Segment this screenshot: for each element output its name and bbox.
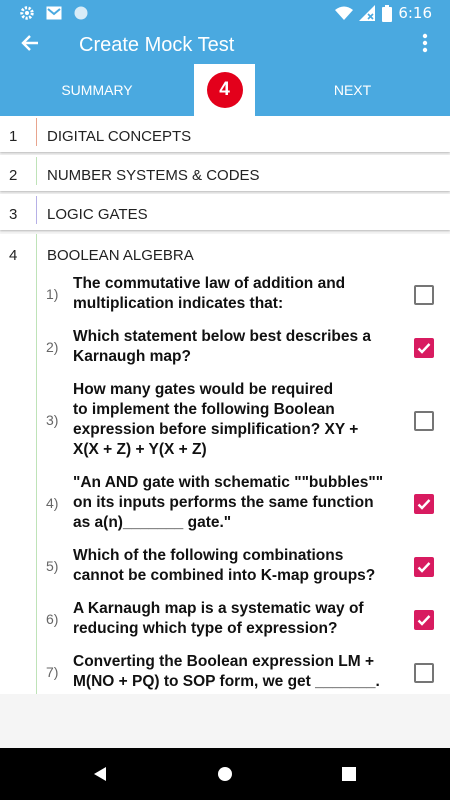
checkmark-icon: [417, 343, 431, 354]
checkmark-icon: [417, 615, 431, 626]
chapter-item[interactable]: 2 NUMBER SYSTEMS & CODES: [0, 155, 450, 191]
nav-recents-button[interactable]: [319, 748, 379, 800]
chapter-item[interactable]: 1 DIGITAL CONCEPTS: [0, 116, 450, 152]
back-button[interactable]: [14, 30, 46, 60]
back-triangle-icon: [94, 767, 106, 781]
question-number: 3): [46, 412, 59, 428]
question-checkbox[interactable]: [414, 610, 434, 630]
system-nav-bar: [0, 748, 450, 800]
question-number: 4): [46, 495, 59, 511]
recents-square-icon: [342, 767, 356, 781]
question-text: A Karnaugh map is a systematic way of re…: [73, 600, 364, 637]
home-circle-icon: [218, 767, 232, 781]
arrow-back-icon: [20, 33, 40, 57]
checkmark-icon: [417, 562, 431, 573]
chapter-divider: [36, 118, 37, 146]
question-checkbox[interactable]: [414, 338, 434, 358]
question-item[interactable]: 4) "An AND gate with schematic ""bubbles…: [37, 471, 450, 537]
question-item[interactable]: 6) A Karnaugh map is a systematic way of…: [37, 597, 450, 643]
chapter-list: 1 DIGITAL CONCEPTS 2 NUMBER SYSTEMS & CO…: [0, 116, 450, 748]
overflow-menu-button[interactable]: [410, 30, 440, 60]
nav-home-button[interactable]: [195, 748, 255, 800]
app-bar: Create Mock Test: [0, 26, 450, 64]
tab-next[interactable]: NEXT: [255, 64, 450, 116]
status-bar: 6:16: [0, 0, 450, 26]
question-text: Which of the following combinations cann…: [73, 547, 376, 584]
question-checkbox[interactable]: [414, 411, 434, 431]
question-checkbox[interactable]: [414, 557, 434, 577]
chapter-title: BOOLEAN ALGEBRA: [47, 247, 194, 264]
question-number: 5): [46, 558, 59, 574]
question-text: "An AND gate with schematic ""bubbles"" …: [73, 474, 384, 531]
circle-icon: [72, 0, 90, 26]
chapter-number: 1: [9, 128, 18, 145]
question-item[interactable]: 5) Which of the following combinations c…: [37, 544, 450, 590]
question-checkbox[interactable]: [414, 285, 434, 305]
question-number: 2): [46, 339, 59, 355]
more-vert-icon: [422, 33, 428, 57]
tab-current-step[interactable]: 4: [194, 64, 255, 116]
wifi-icon: [334, 0, 354, 26]
chapter-item[interactable]: 3 LOGIC GATES: [0, 194, 450, 230]
chapter-number: 2: [9, 167, 18, 184]
gear-icon: [18, 0, 36, 26]
chapter-number: 4: [9, 247, 18, 264]
tab-summary[interactable]: SUMMARY: [0, 64, 194, 116]
chapter-divider: [36, 157, 37, 185]
chapter-divider: [36, 196, 37, 224]
tab-bar: SUMMARY 4 NEXT: [0, 64, 450, 116]
question-number: 7): [46, 664, 59, 680]
chapter-number: 3: [9, 206, 18, 223]
page-title: Create Mock Test: [79, 34, 235, 56]
nav-back-button[interactable]: [70, 748, 130, 800]
chapter-title: DIGITAL CONCEPTS: [47, 128, 192, 145]
question-item[interactable]: 7) Converting the Boolean expression LM …: [37, 650, 450, 694]
mail-icon: [45, 0, 63, 26]
chapter-title: LOGIC GATES: [47, 206, 148, 223]
question-text: Which statement below best describes a K…: [73, 328, 372, 365]
question-text: The commutative law of addition and mult…: [73, 275, 346, 312]
question-item[interactable]: 1) The commutative law of addition and m…: [37, 272, 450, 318]
question-text: How many gates would be required to impl…: [73, 381, 359, 458]
question-text: Converting the Boolean expression LM + M…: [73, 653, 380, 690]
chapter-title: NUMBER SYSTEMS & CODES: [47, 167, 260, 184]
signal-icon: [358, 0, 376, 26]
question-number: 6): [46, 611, 59, 627]
chapter-item-expanded: 4 BOOLEAN ALGEBRA 1) The commutative law…: [0, 234, 450, 694]
question-number: 1): [46, 286, 59, 302]
battery-icon: [381, 0, 393, 26]
step-badge: 4: [206, 72, 243, 108]
question-checkbox[interactable]: [414, 494, 434, 514]
question-checkbox[interactable]: [414, 663, 434, 683]
question-item[interactable]: 3) How many gates would be required to i…: [37, 378, 450, 464]
checkmark-icon: [417, 499, 431, 510]
status-time: 6:16: [398, 4, 432, 22]
question-item[interactable]: 2) Which statement below best describes …: [37, 325, 450, 371]
